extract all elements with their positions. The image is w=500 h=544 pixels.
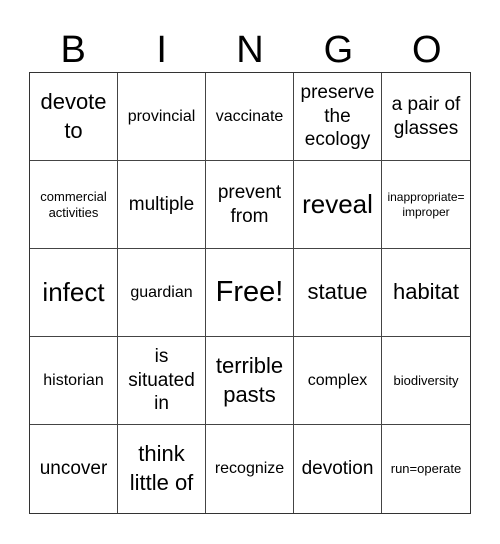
bingo-cell[interactable]: infect	[30, 249, 118, 337]
bingo-cell[interactable]: prevent from	[206, 161, 294, 249]
bingo-cell[interactable]: think little of	[118, 425, 206, 513]
bingo-cell[interactable]: a pair of glasses	[382, 73, 470, 161]
header-letter-n: N	[236, 29, 264, 71]
header-letter-g: G	[323, 29, 354, 71]
free-space-cell[interactable]: Free!	[206, 249, 294, 337]
bingo-cell[interactable]: statue	[294, 249, 382, 337]
bingo-header: B I N G O	[29, 28, 471, 72]
bingo-cell[interactable]: habitat	[382, 249, 470, 337]
header-letter-o: O	[412, 29, 442, 71]
bingo-cell[interactable]: terrible pasts	[206, 337, 294, 425]
header-letter-b: B	[60, 29, 86, 71]
bingo-cell[interactable]: recognize	[206, 425, 294, 513]
bingo-cell[interactable]: biodiversity	[382, 337, 470, 425]
bingo-cell[interactable]: devote to	[30, 73, 118, 161]
bingo-cell[interactable]: commercial activities	[30, 161, 118, 249]
bingo-card-grid: devote to provincial vaccinate preserve …	[29, 72, 471, 514]
bingo-cell[interactable]: preserve the ecology	[294, 73, 382, 161]
bingo-cell[interactable]: reveal	[294, 161, 382, 249]
bingo-cell[interactable]: devotion	[294, 425, 382, 513]
bingo-cell[interactable]: vaccinate	[206, 73, 294, 161]
bingo-cell[interactable]: is situated in	[118, 337, 206, 425]
header-letter-i: I	[156, 29, 167, 71]
bingo-cell[interactable]: provincial	[118, 73, 206, 161]
bingo-cell[interactable]: historian	[30, 337, 118, 425]
bingo-cell[interactable]: complex	[294, 337, 382, 425]
bingo-cell[interactable]: run=operate	[382, 425, 470, 513]
bingo-cell[interactable]: uncover	[30, 425, 118, 513]
bingo-cell[interactable]: guardian	[118, 249, 206, 337]
bingo-cell[interactable]: inappropriate= improper	[382, 161, 470, 249]
bingo-cell[interactable]: multiple	[118, 161, 206, 249]
